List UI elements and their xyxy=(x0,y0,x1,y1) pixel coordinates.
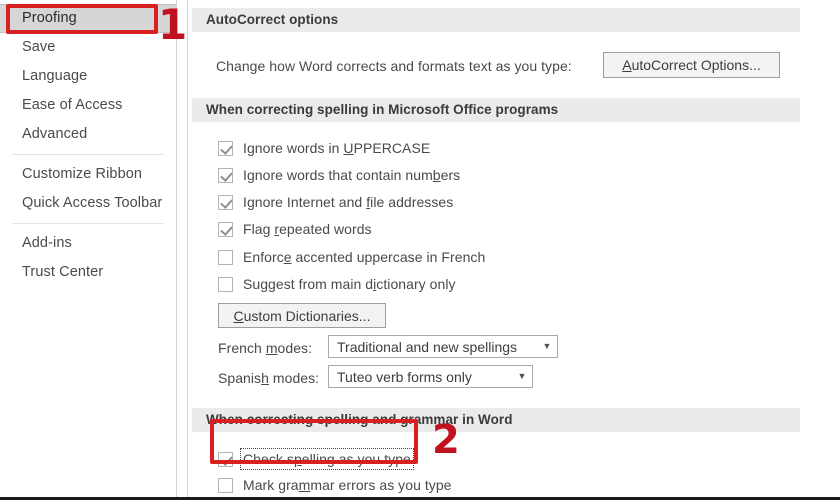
chevron-down-icon[interactable]: ▼ xyxy=(512,372,532,381)
sidebar-item-label: Proofing xyxy=(22,10,77,26)
checkbox-ignore-internet-and-file-addresses[interactable]: Ignore Internet and file addresses xyxy=(218,190,453,214)
proofing-settings-pane: AutoCorrect options Change how Word corr… xyxy=(188,0,840,497)
french-modes-value: Traditional and new spellings xyxy=(337,338,518,355)
sidebar-item-label: Advanced xyxy=(22,126,88,142)
sidebar-item-quick-access-toolbar[interactable]: Quick Access Toolbar xyxy=(0,189,176,218)
checkbox-indicator[interactable] xyxy=(218,451,233,467)
spanish-modes-value: Tuteo verb forms only xyxy=(337,368,472,385)
checkbox-indicator[interactable] xyxy=(218,140,233,156)
sidebar-item-ease-of-access[interactable]: Ease of Access xyxy=(0,91,176,120)
sidebar-item-label: Quick Access Toolbar xyxy=(22,195,163,211)
checkbox-mark-grammar-errors-as-you-type[interactable]: Mark grammar errors as you type xyxy=(218,473,452,497)
checkbox-indicator[interactable] xyxy=(218,221,233,237)
checkbox-label: Mark grammar errors as you type xyxy=(243,477,452,493)
checkbox-enforce-accented-uppercase-in-french[interactable]: Enforce accented uppercase in French xyxy=(218,245,485,269)
autocorrect-options-button[interactable]: AutoCorrect Options... xyxy=(603,52,780,78)
sidebar-item-label: Trust Center xyxy=(22,264,104,280)
sidebar-divider-2 xyxy=(12,223,164,224)
sidebar-item-label: Customize Ribbon xyxy=(22,166,143,182)
checkbox-indicator[interactable] xyxy=(218,194,233,210)
checkbox-label: Suggest from main dictionary only xyxy=(243,276,456,292)
checkbox-ignore-uppercase[interactable]: Ignore words in UPPERCASE xyxy=(218,136,430,160)
spanish-modes-dropdown[interactable]: Tuteo verb forms only ▼ xyxy=(328,365,533,388)
sidebar-item-label: Save xyxy=(22,39,56,55)
sidebar-item-advanced[interactable]: Advanced xyxy=(0,120,176,149)
section-header-office-spelling: When correcting spelling in Microsoft Of… xyxy=(192,98,800,122)
sidebar-item-proofing[interactable]: Proofing xyxy=(0,4,176,33)
sidebar-item-label: Language xyxy=(22,68,88,84)
checkbox-indicator[interactable] xyxy=(218,276,233,292)
chevron-down-icon[interactable]: ▼ xyxy=(537,342,557,351)
sidebar-item-language[interactable]: Language xyxy=(0,62,176,91)
sidebar-item-label: Ease of Access xyxy=(22,97,123,113)
checkbox-check-spelling-as-you-type[interactable]: Check spelling as you type xyxy=(218,447,414,471)
sidebar-item-save[interactable]: Save xyxy=(0,33,176,62)
checkbox-ignore-words-with-numbers[interactable]: Ignore words that contain numbers xyxy=(218,163,460,187)
checkbox-label: Check spelling as you type xyxy=(240,448,414,470)
french-modes-label: French modes: xyxy=(218,340,313,356)
sidebar-item-trust-center[interactable]: Trust Center xyxy=(0,258,176,287)
checkbox-label: Ignore words in UPPERCASE xyxy=(243,140,431,156)
checkbox-label: Flag repeated words xyxy=(243,221,372,237)
checkbox-indicator[interactable] xyxy=(218,477,233,493)
checkbox-suggest-from-main-dictionary-only[interactable]: Suggest from main dictionary only xyxy=(218,272,456,296)
autocorrect-options-button-label: AutoCorrect Options... xyxy=(622,57,761,73)
checkbox-label: Ignore words that contain numbers xyxy=(243,167,461,183)
french-modes-dropdown[interactable]: Traditional and new spellings ▼ xyxy=(328,335,558,358)
options-sidebar: Proofing Save Language Ease of Access Ad… xyxy=(0,0,177,497)
section-header-word-spelling-grammar: When correcting spelling and grammar in … xyxy=(192,408,800,432)
sidebar-item-label: Add-ins xyxy=(22,235,72,251)
section-header-autocorrect-options: AutoCorrect options xyxy=(192,8,800,32)
checkbox-indicator[interactable] xyxy=(218,167,233,183)
checkbox-label: Ignore Internet and file addresses xyxy=(243,194,454,210)
checkbox-flag-repeated-words[interactable]: Flag repeated words xyxy=(218,217,372,241)
custom-dictionaries-button-label: Custom Dictionaries... xyxy=(233,307,371,324)
autocorrect-description: Change how Word corrects and formats tex… xyxy=(216,58,572,74)
custom-dictionaries-button[interactable]: Custom Dictionaries... xyxy=(218,303,386,328)
sidebar-item-add-ins[interactable]: Add-ins xyxy=(0,229,176,258)
word-options-dialog: Proofing Save Language Ease of Access Ad… xyxy=(0,0,840,500)
sidebar-item-customize-ribbon[interactable]: Customize Ribbon xyxy=(0,160,176,189)
spanish-modes-label: Spanish modes: xyxy=(218,370,320,386)
checkbox-label: Enforce accented uppercase in French xyxy=(243,249,486,265)
sidebar-divider-1 xyxy=(12,154,164,155)
checkbox-indicator[interactable] xyxy=(218,249,233,265)
